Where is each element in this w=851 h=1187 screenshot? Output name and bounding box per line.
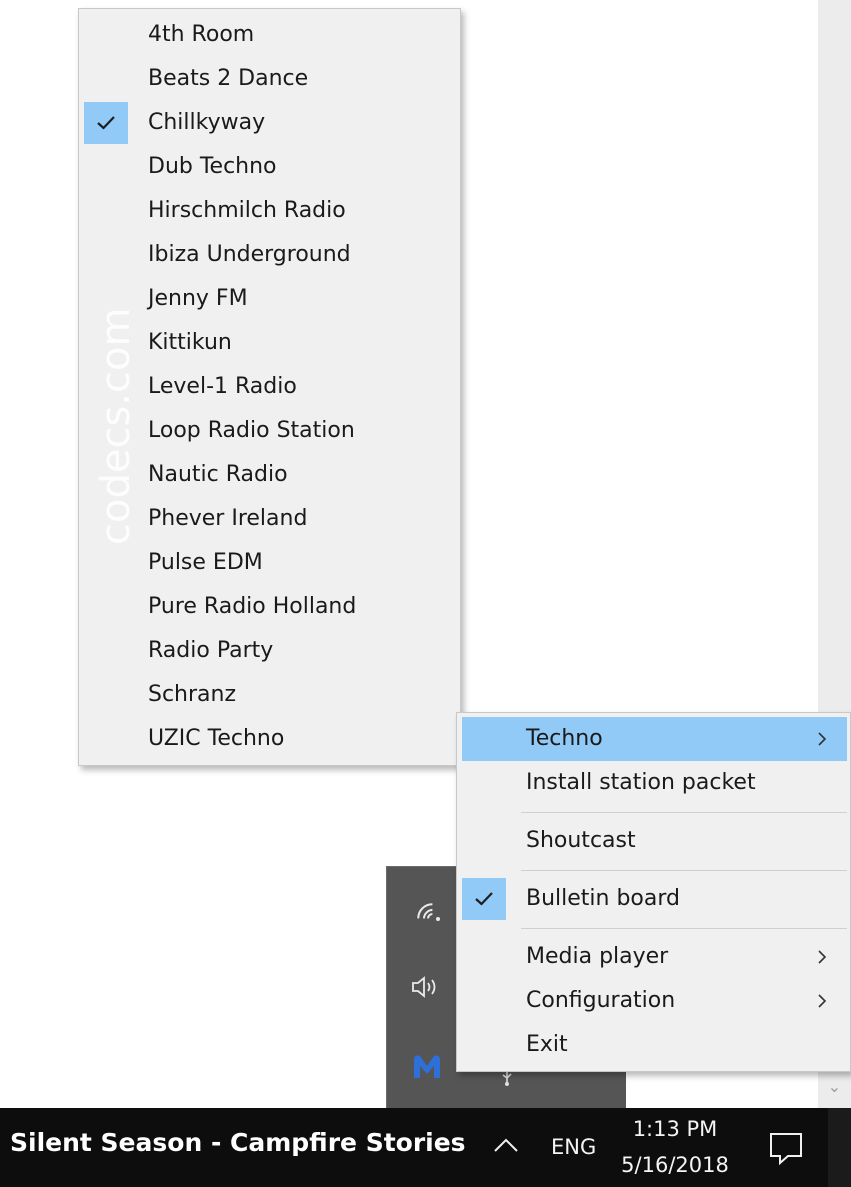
station-label: Schranz (148, 682, 237, 707)
station-item[interactable]: Dub Techno (79, 145, 460, 189)
wifi-icon[interactable] (411, 891, 451, 931)
now-playing-text[interactable]: Silent Season - Campfire Stories (10, 1128, 466, 1157)
show-hidden-icons-chevron-up-icon[interactable] (490, 1130, 522, 1162)
menu-item-install-station-packet[interactable]: Install station packet (457, 761, 850, 805)
menu-item-media-player[interactable]: Media player (457, 935, 850, 979)
station-label: Pure Radio Holland (148, 594, 357, 619)
station-item[interactable]: Kittikun (79, 321, 460, 365)
clock-time[interactable]: 1:13 PM (600, 1117, 750, 1141)
station-label: UZIC Techno (148, 726, 285, 751)
station-item[interactable]: Schranz (79, 673, 460, 717)
station-label: Beats 2 Dance (148, 66, 309, 91)
menu-item-techno[interactable]: Techno (462, 717, 847, 761)
station-label: Dub Techno (148, 154, 277, 179)
station-label: Hirschmilch Radio (148, 198, 346, 223)
menu-separator (521, 812, 847, 813)
station-label: Jenny FM (148, 286, 248, 311)
station-item[interactable]: Jenny FM (79, 277, 460, 321)
station-label: Level-1 Radio (148, 374, 297, 399)
show-desktop-button[interactable] (828, 1108, 851, 1187)
station-label: Pulse EDM (148, 550, 263, 575)
menu-item-shoutcast[interactable]: Shoutcast (457, 819, 850, 863)
menu-item-label: Techno (526, 726, 603, 751)
checkmark-icon (84, 102, 128, 144)
input-language-indicator[interactable]: ENG (551, 1135, 596, 1159)
menu-item-bulletin-board[interactable]: Bulletin board (457, 877, 850, 921)
station-item[interactable]: Radio Party (79, 629, 460, 673)
station-label: Ibiza Underground (148, 242, 351, 267)
tray-context-menu: Techno Install station packet Shoutcast … (456, 712, 851, 1072)
station-label: Phever Ireland (148, 506, 308, 531)
menu-separator (521, 870, 847, 871)
menu-item-configuration[interactable]: Configuration (457, 979, 850, 1023)
station-label: 4th Room (148, 22, 255, 47)
chevron-right-icon (815, 717, 829, 761)
volume-icon[interactable] (407, 967, 447, 1007)
menu-separator (521, 928, 847, 929)
menu-item-label: Configuration (526, 988, 676, 1013)
station-item[interactable]: Loop Radio Station (79, 409, 460, 453)
menu-item-label: Exit (526, 1032, 568, 1057)
chevron-right-icon (815, 979, 829, 1023)
station-label: Radio Party (148, 638, 274, 663)
taskbar: Silent Season - Campfire Stories ENG 1:1… (0, 1108, 851, 1187)
station-label: Kittikun (148, 330, 232, 355)
station-item[interactable]: Beats 2 Dance (79, 57, 460, 101)
menu-item-label: Bulletin board (526, 886, 680, 911)
station-item-selected[interactable]: Chillkyway (79, 101, 460, 145)
station-item[interactable]: Level-1 Radio (79, 365, 460, 409)
desktop-screen: ⌄ codecs.com 4th Room Beats 2 Dance Chil… (0, 0, 851, 1187)
menu-item-label: Install station packet (526, 770, 756, 795)
menu-item-label: Media player (526, 944, 669, 969)
station-item[interactable]: Ibiza Underground (79, 233, 460, 277)
clock-date[interactable]: 5/16/2018 (600, 1153, 750, 1177)
station-item[interactable]: 4th Room (79, 13, 460, 57)
station-item[interactable]: Phever Ireland (79, 497, 460, 541)
station-label: Chillkyway (148, 110, 266, 135)
checkmark-icon (462, 878, 506, 920)
station-item[interactable]: UZIC Techno (79, 717, 460, 761)
station-item[interactable]: Hirschmilch Radio (79, 189, 460, 233)
malwarebytes-icon[interactable] (407, 1047, 447, 1087)
chevron-right-icon (815, 935, 829, 979)
action-center-notification-icon[interactable] (768, 1130, 804, 1166)
station-label: Nautic Radio (148, 462, 288, 487)
station-item[interactable]: Pulse EDM (79, 541, 460, 585)
menu-item-exit[interactable]: Exit (457, 1023, 850, 1067)
scroll-down-arrow-icon[interactable]: ⌄ (818, 1072, 851, 1102)
station-item[interactable]: Nautic Radio (79, 453, 460, 497)
menu-item-label: Shoutcast (526, 828, 636, 853)
station-label: Loop Radio Station (148, 418, 355, 443)
station-item[interactable]: Pure Radio Holland (79, 585, 460, 629)
station-submenu: codecs.com 4th Room Beats 2 Dance Chillk… (78, 8, 461, 766)
